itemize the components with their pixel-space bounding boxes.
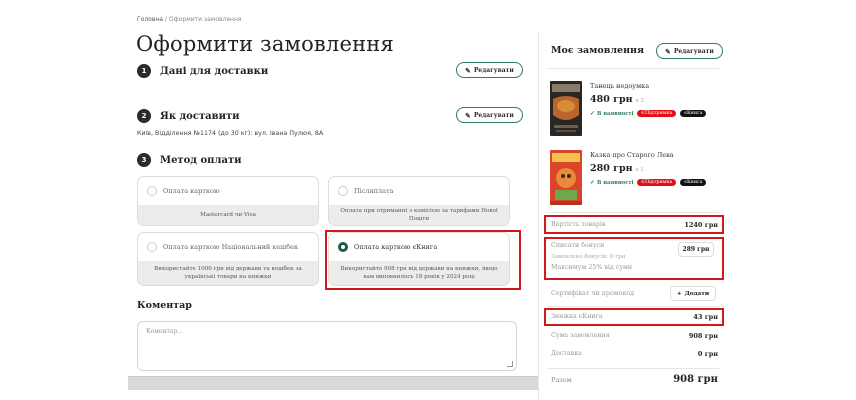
- comment-textarea[interactable]: Коментар...: [137, 321, 517, 371]
- add-button-label: Додати: [684, 290, 710, 297]
- availability-label: В наявності: [597, 111, 634, 117]
- availability: ✓ В наявності: [590, 110, 633, 117]
- pencil-icon: ✎: [465, 65, 471, 75]
- discount-label: Знижка єКнига: [551, 313, 603, 320]
- horizontal-scrollbar[interactable]: [128, 376, 538, 390]
- payment-option-eknyha[interactable]: Оплата карткою єКнига Використайте 908 г…: [328, 232, 510, 286]
- book-cover-image[interactable]: [550, 81, 582, 136]
- payment-option-note: Mastercard чи Visa: [138, 205, 318, 225]
- book-quantity: x 2: [635, 98, 644, 104]
- bonus-label: Списати бонуси: [551, 242, 605, 249]
- discount-value: 43 грн: [693, 313, 718, 321]
- book-price: 280 грн x 1: [590, 163, 644, 174]
- edit-button-label: Редагувати: [473, 111, 514, 119]
- step-number: 2: [137, 109, 151, 123]
- payment-radio[interactable]: [147, 186, 157, 196]
- step-title: Як доставити: [160, 110, 240, 122]
- step-delivery-data: 1 Дані для доставки: [137, 64, 268, 78]
- payment-option-national-cashback[interactable]: Оплата карткою Національний кешбек Викор…: [137, 232, 319, 286]
- payment-option-label: Оплата карткою Національний кешбек: [163, 243, 299, 251]
- payment-radio[interactable]: [338, 186, 348, 196]
- payment-option-card[interactable]: Оплата карткою Mastercard чи Visa: [137, 176, 319, 226]
- step-title: Дані для доставки: [160, 65, 269, 77]
- payment-option-label: Оплата карткою єКнига: [354, 243, 438, 251]
- book-cover-art: [550, 150, 582, 205]
- step-delivery-method: 2 Як доставити: [137, 109, 240, 123]
- tag-eknyha: єКнига: [680, 179, 707, 186]
- add-certificate-button[interactable]: + Додати: [670, 286, 716, 301]
- breadcrumb-current: Оформити замовлення: [168, 16, 242, 23]
- payment-option-note: Використайте 908 грн від держави на книж…: [329, 261, 509, 285]
- payment-radio-selected[interactable]: [338, 242, 348, 252]
- book-cover-image[interactable]: [550, 150, 582, 205]
- book-tags: ✓ В наявності ЄПідтримка єКнига: [590, 179, 707, 186]
- book-price-value: 280 грн: [590, 163, 633, 174]
- page-title: Оформити замовлення: [136, 32, 394, 56]
- payment-option-label: Післяплата: [354, 187, 394, 195]
- edit-delivery-method-button[interactable]: ✎ Редагувати: [456, 107, 523, 123]
- goods-cost-value: 1240 грн: [684, 221, 718, 229]
- delivery-cost-value: 0 грн: [697, 350, 718, 358]
- breadcrumb: Головна / Оформити замовлення: [137, 16, 242, 23]
- total-label: Разом: [551, 376, 572, 384]
- book-tags: ✓ В наявності ЄПідтримка єКнига: [590, 110, 707, 117]
- total-value: 908 грн: [673, 374, 718, 385]
- edit-button-label: Редагувати: [473, 66, 514, 74]
- comment-placeholder: Коментар...: [146, 328, 183, 335]
- book-quantity: x 1: [635, 167, 644, 173]
- order-summary-title: Моє замовлення: [551, 45, 645, 56]
- payment-option-note: Оплата при отриманні з комісією за тариф…: [329, 205, 509, 225]
- divider: [547, 368, 719, 369]
- divider: [547, 306, 719, 307]
- tag-eknyha: єКнига: [680, 110, 707, 117]
- breadcrumb-separator: /: [164, 16, 167, 23]
- payment-option-label: Оплата карткою: [163, 187, 220, 195]
- delivery-address: Київ, Відділення №1174 (до 30 кг): вул. …: [137, 130, 324, 137]
- book-cover-art: [550, 81, 582, 136]
- delivery-cost-label: Доставка: [551, 350, 582, 357]
- check-icon: ✓: [590, 179, 596, 186]
- availability-label: В наявності: [597, 180, 634, 186]
- goods-cost-label: Вартість товарів: [551, 221, 606, 228]
- step-payment-method: 3 Метод оплати: [137, 153, 242, 167]
- divider: [547, 68, 719, 69]
- bonus-available: Замовлено бонусів: 0 грн: [551, 254, 626, 260]
- book-price-value: 480 грн: [590, 94, 633, 105]
- step-number: 3: [137, 153, 151, 167]
- order-sum-label: Сума замовлення: [551, 332, 610, 339]
- divider: [547, 212, 719, 213]
- edit-button-label: Редагувати: [673, 47, 714, 55]
- bonus-max: Максимум 25% від суми: [551, 264, 633, 271]
- book-title[interactable]: Казка про Старого Лева: [590, 151, 674, 159]
- edit-delivery-data-button[interactable]: ✎ Редагувати: [456, 62, 523, 78]
- payment-option-note: Використайте 1000 грн від держави та кеш…: [138, 261, 318, 285]
- availability: ✓ В наявності: [590, 179, 633, 186]
- edit-order-button[interactable]: ✎ Редагувати: [656, 43, 723, 59]
- payment-option-cod[interactable]: Післяплата Оплата при отриманні з комісі…: [328, 176, 510, 226]
- pencil-icon: ✎: [465, 110, 471, 120]
- tag-support: ЄПідтримка: [637, 179, 677, 186]
- breadcrumb-home[interactable]: Головна: [137, 16, 163, 23]
- certificate-label: Сертифікат чи промокод: [551, 290, 635, 297]
- pencil-icon: ✎: [665, 46, 671, 56]
- step-title: Метод оплати: [160, 154, 242, 166]
- resize-handle-icon[interactable]: [507, 361, 513, 367]
- tag-support: ЄПідтримка: [637, 110, 677, 117]
- order-sum-value: 908 грн: [688, 332, 718, 340]
- plus-icon: +: [676, 290, 682, 297]
- book-price: 480 грн x 2: [590, 94, 644, 105]
- comment-title: Коментар: [137, 300, 192, 311]
- step-number: 1: [137, 64, 151, 78]
- book-title[interactable]: Танець недоумка: [590, 82, 649, 90]
- bonus-amount-input[interactable]: 289 грн: [678, 242, 714, 257]
- payment-radio[interactable]: [147, 242, 157, 252]
- check-icon: ✓: [590, 110, 596, 117]
